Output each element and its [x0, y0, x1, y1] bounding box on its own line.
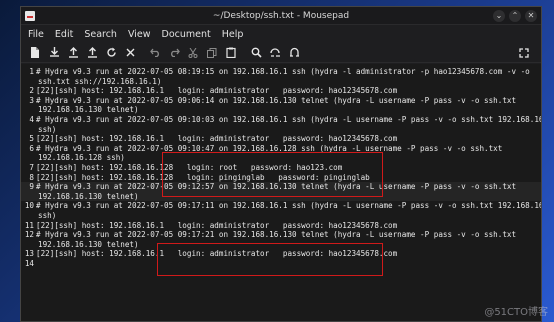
line-number: 2 — [29, 86, 34, 96]
editor-line-9[interactable]: 9 # Hydra v9.3 run at 2022-07-05 09:12:57… — [21, 182, 541, 202]
window-title: ~/Desktop/ssh.txt - Mousepad — [212, 10, 350, 21]
line-number: 13 — [24, 249, 34, 259]
title-bar[interactable]: ~/Desktop/ssh.txt - Mousepad ⌄ ⌃ ✕ — [21, 7, 541, 25]
line-wrap-continuation: ssh.txt ssh://192.168.16.1) — [38, 76, 162, 86]
save-icon[interactable] — [65, 45, 81, 61]
line-number: 12 — [24, 230, 34, 240]
line-text: [22][ssh] host: 192.168.16.1 login: admi… — [36, 249, 398, 259]
line-number: 14 — [24, 258, 34, 268]
menu-document[interactable]: Document — [162, 29, 211, 40]
mousepad-window: ~/Desktop/ssh.txt - Mousepad ⌄ ⌃ ✕ File … — [20, 6, 542, 322]
line-wrap-continuation: 192.168.16.130 telnet) — [38, 191, 139, 201]
reload-icon[interactable] — [103, 45, 119, 61]
menu-help[interactable]: Help — [222, 29, 244, 40]
save-as-icon[interactable] — [84, 45, 100, 61]
line-text: [22][ssh] host: 192.168.16.128 login: pi… — [36, 172, 370, 182]
line-number: 8 — [29, 172, 34, 182]
line-text: [22][ssh] host: 192.168.16.128 login: ro… — [36, 162, 343, 172]
line-text: # Hydra v9.3 run at 2022-07-05 09:10:03 … — [36, 114, 542, 124]
editor-line-8[interactable]: 8 [22][ssh] host: 192.168.16.128 login: p… — [21, 173, 541, 183]
line-text: [22][ssh] host: 192.168.16.1 login: admi… — [36, 86, 398, 96]
line-text: # Hydra v9.3 run at 2022-07-05 09:10:47 … — [36, 143, 503, 153]
line-wrap-continuation: ssh) — [38, 210, 57, 220]
close-button[interactable]: ✕ — [525, 10, 537, 22]
toolbar — [21, 43, 541, 63]
copy-icon[interactable] — [204, 45, 220, 61]
editor-line-14[interactable]: 14 — [21, 259, 541, 269]
close-document-icon[interactable] — [122, 45, 138, 61]
editor-line-6[interactable]: 6 # Hydra v9.3 run at 2022-07-05 09:10:47… — [21, 144, 541, 163]
line-number: 11 — [24, 220, 34, 230]
line-number: 7 — [29, 162, 34, 172]
line-wrap-continuation: 192.168.16.130 telnet) — [38, 239, 139, 249]
line-text: # Hydra v9.3 run at 2022-07-05 09:17:11 … — [36, 201, 542, 211]
menu-edit[interactable]: Edit — [55, 29, 73, 40]
maximize-button[interactable]: ⌃ — [509, 10, 521, 22]
text-editor[interactable]: 1 # Hydra v9.3 run at 2022-07-05 08:19:15… — [21, 64, 541, 321]
editor-line-4[interactable]: 4 # Hydra v9.3 run at 2022-07-05 09:10:03… — [21, 115, 541, 134]
undo-icon[interactable] — [147, 45, 163, 61]
line-wrap-continuation: 192.168.16.128 ssh) — [38, 153, 125, 163]
line-wrap-continuation: 192.168.16.130 telnet) — [38, 105, 139, 115]
editor-line-11[interactable]: 11 [22][ssh] host: 192.168.16.1 login: ad… — [21, 221, 541, 231]
line-number: 10 — [24, 201, 34, 211]
search-icon[interactable] — [248, 45, 264, 61]
editor-line-12[interactable]: 12 # Hydra v9.3 run at 2022-07-05 09:17:2… — [21, 230, 541, 249]
redo-icon[interactable] — [166, 45, 182, 61]
line-text: # Hydra v9.3 run at 2022-07-05 08:19:15 … — [36, 67, 530, 76]
line-number: 1 — [29, 67, 34, 76]
window-controls: ⌄ ⌃ ✕ — [493, 10, 537, 22]
editor-line-13[interactable]: 13 [22][ssh] host: 192.168.16.1 login: ad… — [21, 249, 541, 259]
editor-line-5[interactable]: 5 [22][ssh] host: 192.168.16.1 login: adm… — [21, 134, 541, 144]
line-text: [22][ssh] host: 192.168.16.1 login: admi… — [36, 134, 398, 144]
menu-search[interactable]: Search — [84, 29, 117, 40]
editor-line-2[interactable]: 2 [22][ssh] host: 192.168.16.1 login: adm… — [21, 86, 541, 96]
line-number: 6 — [29, 143, 34, 153]
line-text: # Hydra v9.3 run at 2022-07-05 09:06:14 … — [36, 95, 517, 105]
mousepad-app-icon — [25, 11, 35, 21]
line-text: [22][ssh] host: 192.168.16.1 login: admi… — [36, 220, 398, 230]
open-icon[interactable] — [46, 45, 62, 61]
paste-icon[interactable] — [223, 45, 239, 61]
editor-line-3[interactable]: 3 # Hydra v9.3 run at 2022-07-05 09:06:14… — [21, 96, 541, 115]
menu-view[interactable]: View — [128, 29, 151, 40]
new-document-icon[interactable] — [27, 45, 43, 61]
line-number: 4 — [29, 114, 34, 124]
goto-icon[interactable] — [286, 45, 302, 61]
fullscreen-icon[interactable] — [516, 45, 532, 61]
watermark-text: @51CTO博客 — [484, 307, 548, 318]
find-replace-icon[interactable] — [267, 45, 283, 61]
menu-file[interactable]: File — [28, 29, 44, 40]
editor-line-7[interactable]: 7 [22][ssh] host: 192.168.16.128 login: r… — [21, 163, 541, 173]
line-text: # Hydra v9.3 run at 2022-07-05 09:17:21 … — [36, 230, 517, 240]
line-number: 5 — [29, 134, 34, 144]
line-wrap-continuation: ssh) — [38, 124, 57, 134]
cut-icon[interactable] — [185, 45, 201, 61]
minimize-button[interactable]: ⌄ — [493, 10, 505, 22]
line-number: 9 — [29, 182, 34, 192]
line-text: # Hydra v9.3 run at 2022-07-05 09:12:57 … — [36, 182, 517, 192]
editor-line-1[interactable]: 1 # Hydra v9.3 run at 2022-07-05 08:19:15… — [21, 67, 541, 86]
menu-bar: File Edit Search View Document Help — [21, 25, 541, 43]
line-number: 3 — [29, 95, 34, 105]
editor-line-10[interactable]: 10 # Hydra v9.3 run at 2022-07-05 09:17:1… — [21, 201, 541, 220]
